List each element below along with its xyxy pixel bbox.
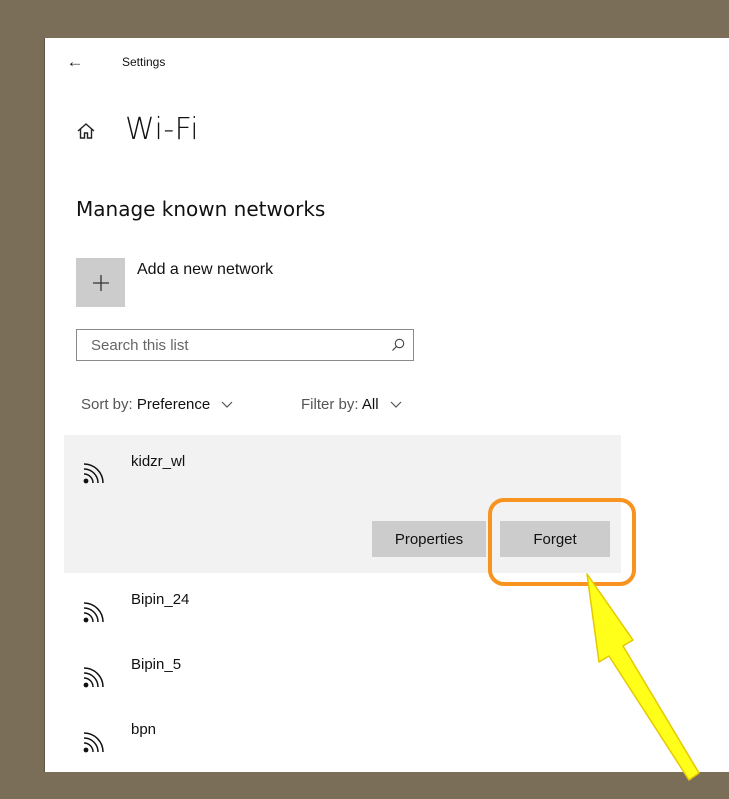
app-title: Settings <box>122 55 166 69</box>
filter-label: Filter by: <box>301 396 359 413</box>
chevron-down-icon <box>390 401 402 408</box>
page-title: Wi-Fi <box>125 112 200 147</box>
wifi-signal-icon <box>83 602 104 623</box>
settings-window: ← Settings Wi-Fi Manage known networks A… <box>44 38 729 781</box>
back-arrow-icon[interactable]: ← <box>63 50 87 74</box>
network-name: bpn <box>131 721 157 738</box>
search-input[interactable] <box>77 330 391 360</box>
home-icon[interactable] <box>76 121 96 141</box>
network-name: kidzr_wl <box>131 453 186 470</box>
add-network-button[interactable] <box>76 258 125 307</box>
plus-icon <box>92 274 109 291</box>
sort-label: Sort by: <box>81 396 133 413</box>
network-name: Bipin_5 <box>131 656 182 673</box>
filter-value: All <box>361 396 379 413</box>
network-item[interactable]: Bipin_24 <box>64 578 621 640</box>
title-bar: ← Settings <box>45 38 729 86</box>
wifi-signal-icon <box>83 463 104 484</box>
search-icon[interactable] <box>391 338 405 352</box>
add-network-label[interactable]: Add a new network <box>137 261 273 279</box>
pointer-arrow-icon <box>586 573 700 781</box>
section-title: Manage known networks <box>76 197 326 221</box>
network-item[interactable]: bpn <box>64 708 621 770</box>
network-name: Bipin_24 <box>131 591 190 608</box>
sort-dropdown[interactable]: Sort by: Preference <box>81 396 233 413</box>
search-box[interactable] <box>76 329 414 361</box>
filter-dropdown[interactable]: Filter by: All <box>301 396 402 413</box>
wifi-signal-icon <box>83 667 104 688</box>
network-item[interactable]: Bipin_5 <box>64 643 621 705</box>
wifi-signal-icon <box>83 732 104 753</box>
sort-value: Preference <box>136 396 211 413</box>
chevron-down-icon <box>221 401 233 408</box>
properties-button[interactable]: Properties <box>372 521 486 557</box>
